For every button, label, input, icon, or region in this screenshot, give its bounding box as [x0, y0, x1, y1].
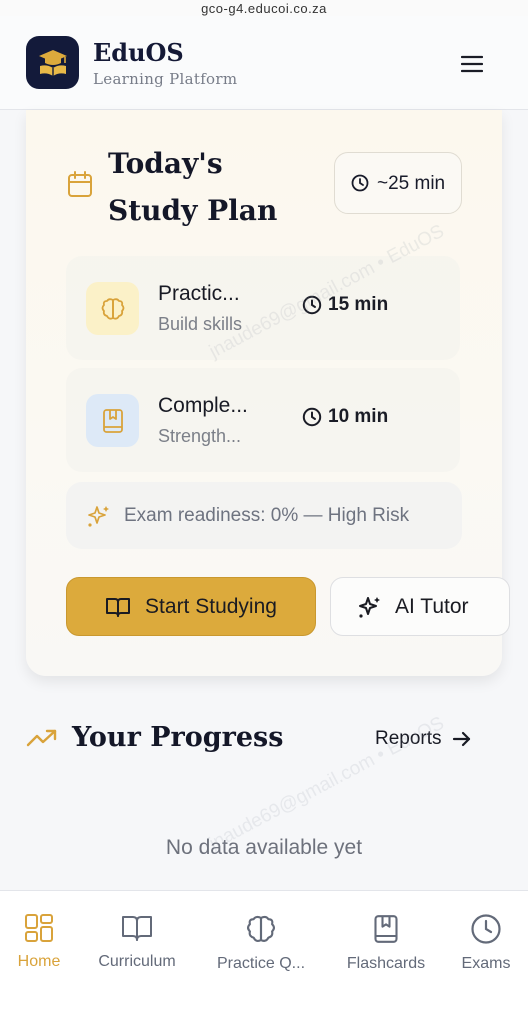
open-book-icon [106, 597, 131, 617]
sparkles-icon [359, 596, 380, 618]
progress-title: Your Progress [72, 722, 284, 753]
grid-icon [25, 914, 53, 942]
progress-empty-state: No data available yet [165, 836, 363, 859]
task-subtitle: Strength... [158, 426, 242, 446]
task-duration: 10 min [302, 406, 388, 428]
clock-icon [471, 914, 501, 944]
ai-tutor-label: AI Tutor [395, 594, 469, 618]
arrow-right-icon [452, 731, 470, 747]
browser-url-bar: gco-g4.educoi.co.za [0, 0, 528, 16]
trending-up-icon [26, 729, 57, 747]
bottom-navigation: Home Curriculum Practice Q... Flashcards… [0, 890, 528, 1024]
task-subtitle: Build skills [158, 314, 243, 334]
app-header: EduOS Learning Platform [0, 16, 528, 110]
menu-button[interactable] [456, 52, 488, 76]
progress-section-header: Your Progress Reports [26, 722, 502, 762]
brain-icon [101, 297, 124, 320]
reports-link[interactable]: Reports [375, 728, 472, 750]
bookmark-book-icon [374, 915, 398, 943]
exam-readiness-text: Exam readiness: 0% — High Risk [124, 504, 410, 526]
brain-icon [247, 915, 275, 942]
clock-icon [302, 407, 322, 427]
task-icon-box [86, 282, 139, 335]
app-logo[interactable] [26, 36, 79, 89]
clock-icon [351, 174, 369, 192]
total-time-badge: ~25 min [334, 152, 462, 214]
task-duration-text: 15 min [328, 294, 389, 315]
nav-item-practice[interactable]: Practice Q... [211, 913, 311, 973]
start-studying-label: Start Studying [145, 594, 277, 618]
bookmark-book-icon [102, 408, 123, 433]
graduation-book-icon [38, 49, 67, 76]
exam-readiness-banner: Exam readiness: 0% — High Risk [66, 482, 462, 549]
open-book-icon [122, 916, 152, 941]
nav-label: Exams [461, 955, 511, 972]
task-duration: 15 min [302, 294, 388, 316]
nav-label: Curriculum [98, 953, 176, 970]
study-plan-card: Today's Study Plan ~25 min Practic... Bu… [26, 110, 510, 676]
ai-tutor-button[interactable]: AI Tutor [330, 577, 510, 636]
nav-label: Home [17, 953, 61, 970]
nav-item-exams[interactable]: Exams [458, 913, 514, 973]
study-plan-title: Today's Study Plan [108, 147, 278, 227]
study-task-complete[interactable]: Comple... Strength... 10 min [66, 368, 460, 472]
task-name: Comple... [158, 394, 248, 417]
start-studying-button[interactable]: Start Studying [66, 577, 316, 636]
nav-item-curriculum[interactable]: Curriculum [92, 913, 182, 971]
brand: EduOS Learning Platform [93, 38, 237, 88]
reports-link-label: Reports [375, 728, 442, 749]
task-duration-text: 10 min [328, 406, 389, 427]
nav-label: Practice Q... [216, 955, 306, 972]
hamburger-icon [461, 55, 483, 73]
sparkles-icon [88, 505, 109, 527]
brand-title: EduOS [93, 38, 184, 67]
nav-item-flashcards[interactable]: Flashcards [340, 913, 432, 973]
nav-label: Flashcards [346, 955, 426, 972]
clock-icon [302, 295, 322, 315]
brand-subtitle: Learning Platform [93, 70, 238, 88]
total-time-text: ~25 min [377, 172, 446, 194]
task-icon-box [86, 394, 139, 447]
task-name: Practic... [158, 282, 240, 305]
study-task-practice[interactable]: Practic... Build skills 15 min [66, 256, 460, 360]
calendar-icon [68, 171, 92, 197]
nav-item-home[interactable]: Home [14, 913, 64, 971]
